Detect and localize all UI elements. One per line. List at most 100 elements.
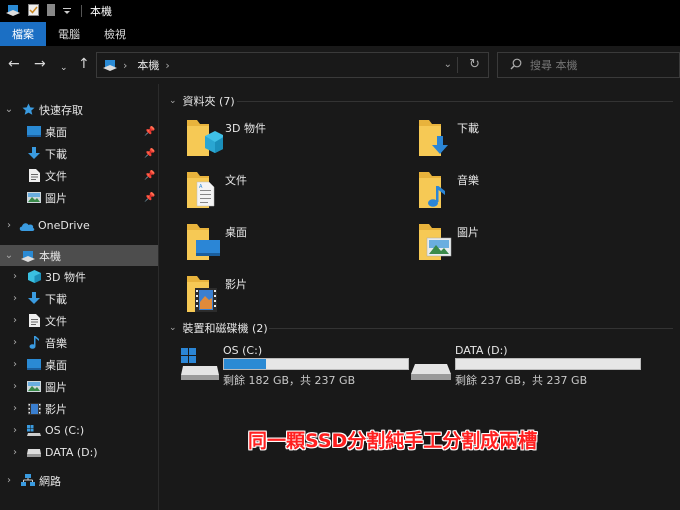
tab-file[interactable]: 檔案 xyxy=(0,22,46,46)
search-input[interactable] xyxy=(530,58,660,72)
drive-usage-fill xyxy=(224,359,267,369)
folder-tile-pictures[interactable]: 圖片 xyxy=(415,220,615,266)
nav-label: 桌面 xyxy=(45,358,67,372)
nav-this-pc[interactable]: ⌄ 本機 xyxy=(0,245,158,266)
nav-quick-desktop[interactable]: 桌面 📌 xyxy=(0,121,158,142)
folder-tile-desktop[interactable]: 桌面 xyxy=(183,220,383,266)
drive-icon xyxy=(411,346,451,382)
collapse-chevron-icon[interactable]: ⌄ xyxy=(4,250,14,261)
search-box[interactable] xyxy=(497,52,680,78)
folder-label: 文件 xyxy=(225,174,247,187)
breadcrumb-chevron-icon[interactable]: › xyxy=(123,59,127,72)
group-divider xyxy=(237,101,673,102)
folder-tile-documents[interactable]: A 文件 xyxy=(183,168,383,214)
nav-label: 桌面 xyxy=(45,125,67,139)
drive-name: DATA (D:) xyxy=(455,344,508,357)
cloud-icon xyxy=(19,218,35,234)
properties-icon[interactable] xyxy=(28,3,39,19)
expand-chevron-icon[interactable]: › xyxy=(4,475,14,486)
breadcrumb-chevron-icon[interactable]: › xyxy=(165,59,169,72)
expand-chevron-icon[interactable]: › xyxy=(10,359,20,370)
tab-view[interactable]: 檢視 xyxy=(92,22,138,46)
collapse-chevron-icon[interactable]: ⌄ xyxy=(4,104,14,115)
address-dropdown-icon[interactable]: ⌄ xyxy=(444,59,452,70)
nav-network[interactable]: › 網路 xyxy=(0,470,158,491)
folder-tile-downloads[interactable]: 下載 xyxy=(415,116,615,162)
explorer-icon[interactable] xyxy=(6,4,20,19)
ribbon-tabs: 檔案 電腦 檢視 xyxy=(0,22,680,46)
expand-chevron-icon[interactable]: › xyxy=(10,381,20,392)
nav-label: 圖片 xyxy=(45,380,67,394)
nav-pc-3d-objects[interactable]: › 3D 物件 xyxy=(0,266,158,287)
nav-pc-documents[interactable]: › 文件 xyxy=(0,310,158,331)
drive-free-space: 剩餘 182 GB，共 237 GB xyxy=(223,374,356,387)
folder-label: 影片 xyxy=(225,278,247,291)
nav-pc-pictures[interactable]: › 圖片 xyxy=(0,376,158,397)
expand-chevron-icon[interactable]: › xyxy=(10,447,20,458)
address-bar[interactable]: › 本機 › ⌄ ↻ xyxy=(96,52,489,78)
expand-chevron-icon[interactable]: › xyxy=(10,271,20,282)
nav-pc-desktop[interactable]: › 桌面 xyxy=(0,354,158,375)
svg-text:A: A xyxy=(199,184,203,190)
search-icon xyxy=(510,58,522,73)
group-divider xyxy=(269,328,673,329)
group-title: 資料夾 (7) xyxy=(182,95,235,108)
folder-desktop-icon xyxy=(183,220,223,266)
folder-videos-icon xyxy=(183,272,223,318)
expand-chevron-icon[interactable]: › xyxy=(10,403,20,414)
forward-arrow-icon[interactable]: → xyxy=(34,56,46,72)
folder-label: 3D 物件 xyxy=(225,122,266,135)
nav-pc-drive-c[interactable]: › OS (C:) xyxy=(0,420,158,441)
nav-quick-access[interactable]: ⌄ 快速存取 xyxy=(0,99,158,120)
group-header-drives[interactable]: ⌄ 裝置和磁碟機 (2) xyxy=(169,320,268,336)
up-arrow-icon[interactable]: ↑ xyxy=(78,56,90,72)
expand-chevron-icon[interactable]: › xyxy=(10,337,20,348)
folder-music-icon xyxy=(415,168,455,214)
expand-chevron-icon[interactable]: › xyxy=(10,293,20,304)
pin-icon[interactable]: 📌 xyxy=(144,149,155,159)
folder-tile-3d-objects[interactable]: 3D 物件 xyxy=(183,116,383,162)
group-header-folders[interactable]: ⌄ 資料夾 (7) xyxy=(169,93,235,109)
drive-tile-c[interactable]: OS (C:) 剩餘 182 GB，共 237 GB xyxy=(179,342,409,388)
nav-label: 音樂 xyxy=(45,336,67,350)
nav-label: 網路 xyxy=(39,474,61,488)
window-title: 本機 xyxy=(90,5,112,18)
folder-tile-videos[interactable]: 影片 xyxy=(183,272,383,318)
pin-icon[interactable]: 📌 xyxy=(144,193,155,203)
refresh-icon[interactable]: ↻ xyxy=(469,57,480,72)
nav-pc-drive-d[interactable]: › DATA (D:) xyxy=(0,442,158,463)
document-icon xyxy=(26,313,42,329)
recent-locations-chevron-icon[interactable]: ⌄ xyxy=(60,60,68,76)
collapse-chevron-icon[interactable]: ⌄ xyxy=(169,323,177,333)
nav-pc-downloads[interactable]: › 下載 xyxy=(0,288,158,309)
address-separator xyxy=(457,57,458,73)
nav-pc-music[interactable]: › 音樂 xyxy=(0,332,158,353)
title-separator xyxy=(81,5,82,17)
pin-icon[interactable]: 📌 xyxy=(144,127,155,137)
caption-banner: 同一顆SSD分割純手工分割成兩槽 xyxy=(248,430,538,452)
collapse-chevron-icon[interactable]: ⌄ xyxy=(169,96,177,106)
expand-chevron-icon[interactable]: › xyxy=(10,425,20,436)
customize-toolbar-icon[interactable] xyxy=(63,5,71,18)
new-folder-icon[interactable] xyxy=(47,3,55,19)
windows-drive-icon xyxy=(26,423,42,439)
expand-chevron-icon[interactable]: › xyxy=(4,220,14,231)
nav-quick-pictures[interactable]: 圖片 📌 xyxy=(0,187,158,208)
nav-label: 本機 xyxy=(39,249,61,263)
expand-chevron-icon[interactable]: › xyxy=(10,315,20,326)
drive-tile-d[interactable]: DATA (D:) 剩餘 237 GB，共 237 GB xyxy=(411,342,641,388)
nav-quick-documents[interactable]: 文件 📌 xyxy=(0,165,158,186)
folder-tile-music[interactable]: 音樂 xyxy=(415,168,615,214)
folder-label: 下載 xyxy=(457,122,479,135)
address-row: ← → ⌄ ↑ › 本機 › ⌄ ↻ xyxy=(0,46,680,84)
back-arrow-icon[interactable]: ← xyxy=(8,56,20,72)
nav-label: 文件 xyxy=(45,314,67,328)
tab-computer[interactable]: 電腦 xyxy=(46,22,92,46)
nav-pc-videos[interactable]: › 影片 xyxy=(0,398,158,419)
breadcrumb-this-pc[interactable]: 本機 xyxy=(137,57,159,73)
nav-label: 快速存取 xyxy=(39,103,83,117)
nav-onedrive[interactable]: › OneDrive xyxy=(0,215,158,236)
nav-quick-downloads[interactable]: 下載 📌 xyxy=(0,143,158,164)
pin-icon[interactable]: 📌 xyxy=(144,171,155,181)
computer-icon xyxy=(20,248,36,264)
